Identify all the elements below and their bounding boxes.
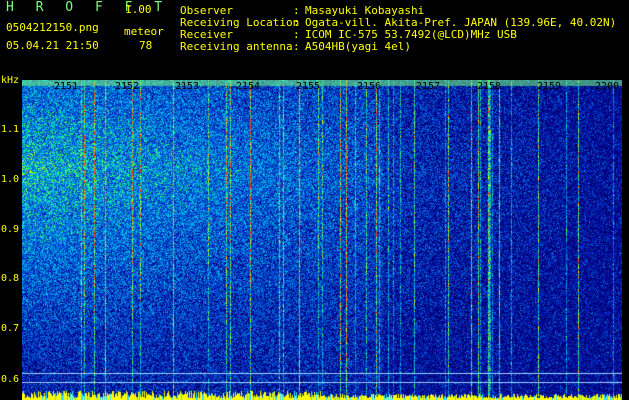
file-name: 0504212150.png: [6, 21, 99, 34]
y-axis-unit: kHz: [1, 75, 20, 86]
y-tick-label: 0.9: [1, 224, 20, 235]
x-tick-label: 2159: [537, 81, 562, 92]
spectrogram-panel: [22, 80, 622, 400]
timestamp: 05.04.21 21:50: [6, 39, 99, 52]
x-tick-label: 2156: [357, 81, 382, 92]
x-tick-label: 2158: [477, 81, 502, 92]
x-tick-label: 2154: [236, 81, 261, 92]
y-tick-label: 0.6: [1, 374, 20, 385]
x-tick-label: 2155: [296, 81, 321, 92]
y-tick-label: 0.7: [1, 323, 20, 334]
meteor-count: 78: [139, 39, 153, 52]
y-tick-label: 1.0: [1, 174, 20, 185]
x-tick-label: 2153: [175, 81, 200, 92]
antenna-value: A504HB(yagi 4el): [305, 40, 411, 53]
spectrogram-canvas: [22, 80, 622, 400]
app-version: 1.00: [125, 3, 152, 16]
detection-type-label: meteor: [124, 25, 164, 38]
x-tick-label: 2151: [54, 81, 79, 92]
y-tick-label: 0.8: [1, 273, 20, 284]
x-tick-label: 2152: [115, 81, 140, 92]
x-tick-label: 2200: [595, 81, 620, 92]
antenna-colon: :: [293, 40, 300, 53]
antenna-label: Receiving antenna: [180, 40, 293, 53]
y-tick-label: 1.1: [1, 124, 20, 135]
x-tick-label: 2157: [416, 81, 441, 92]
hroftt-window: H R O F F T 1.00 0504212150.png meteor 0…: [0, 0, 629, 400]
